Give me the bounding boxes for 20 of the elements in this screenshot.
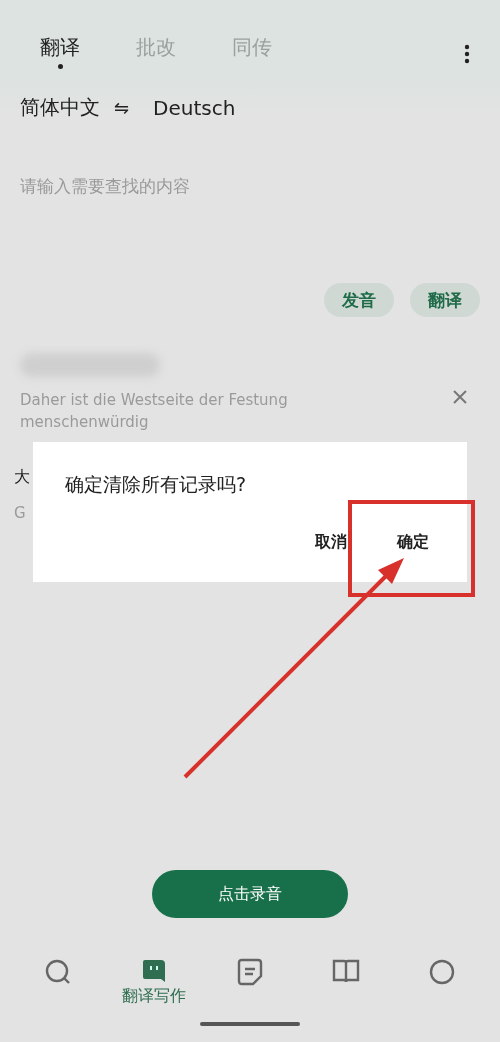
chat-bubble-icon[interactable] xyxy=(141,958,167,984)
input-field[interactable]: 请输入需要查找的内容 xyxy=(20,175,460,267)
more-options-icon[interactable] xyxy=(464,44,470,64)
dialog-button[interactable]: 确定 xyxy=(397,532,429,553)
book-icon[interactable] xyxy=(332,958,360,984)
action-chip[interactable]: 翻译 xyxy=(410,283,480,317)
action-chip[interactable]: 发音 xyxy=(324,283,394,317)
record-button[interactable]: 点击录音 xyxy=(152,870,348,918)
document-icon[interactable] xyxy=(237,958,263,986)
swap-languages[interactable]: ⇋ xyxy=(114,97,130,118)
search-icon[interactable] xyxy=(44,958,72,986)
target-language[interactable]: Deutsch xyxy=(153,95,236,120)
circle-icon[interactable] xyxy=(428,958,456,986)
tab[interactable]: 翻译 xyxy=(28,30,92,78)
dialog-button[interactable]: 取消 xyxy=(315,532,347,553)
history-title[interactable]: 大 xyxy=(14,467,30,488)
dialog-message: 确定清除所有记录吗? xyxy=(65,472,248,497)
nav-label[interactable]: 翻译写作 xyxy=(122,986,186,1007)
source-language[interactable]: 简体中文 xyxy=(20,94,100,121)
close-icon[interactable] xyxy=(452,389,468,405)
